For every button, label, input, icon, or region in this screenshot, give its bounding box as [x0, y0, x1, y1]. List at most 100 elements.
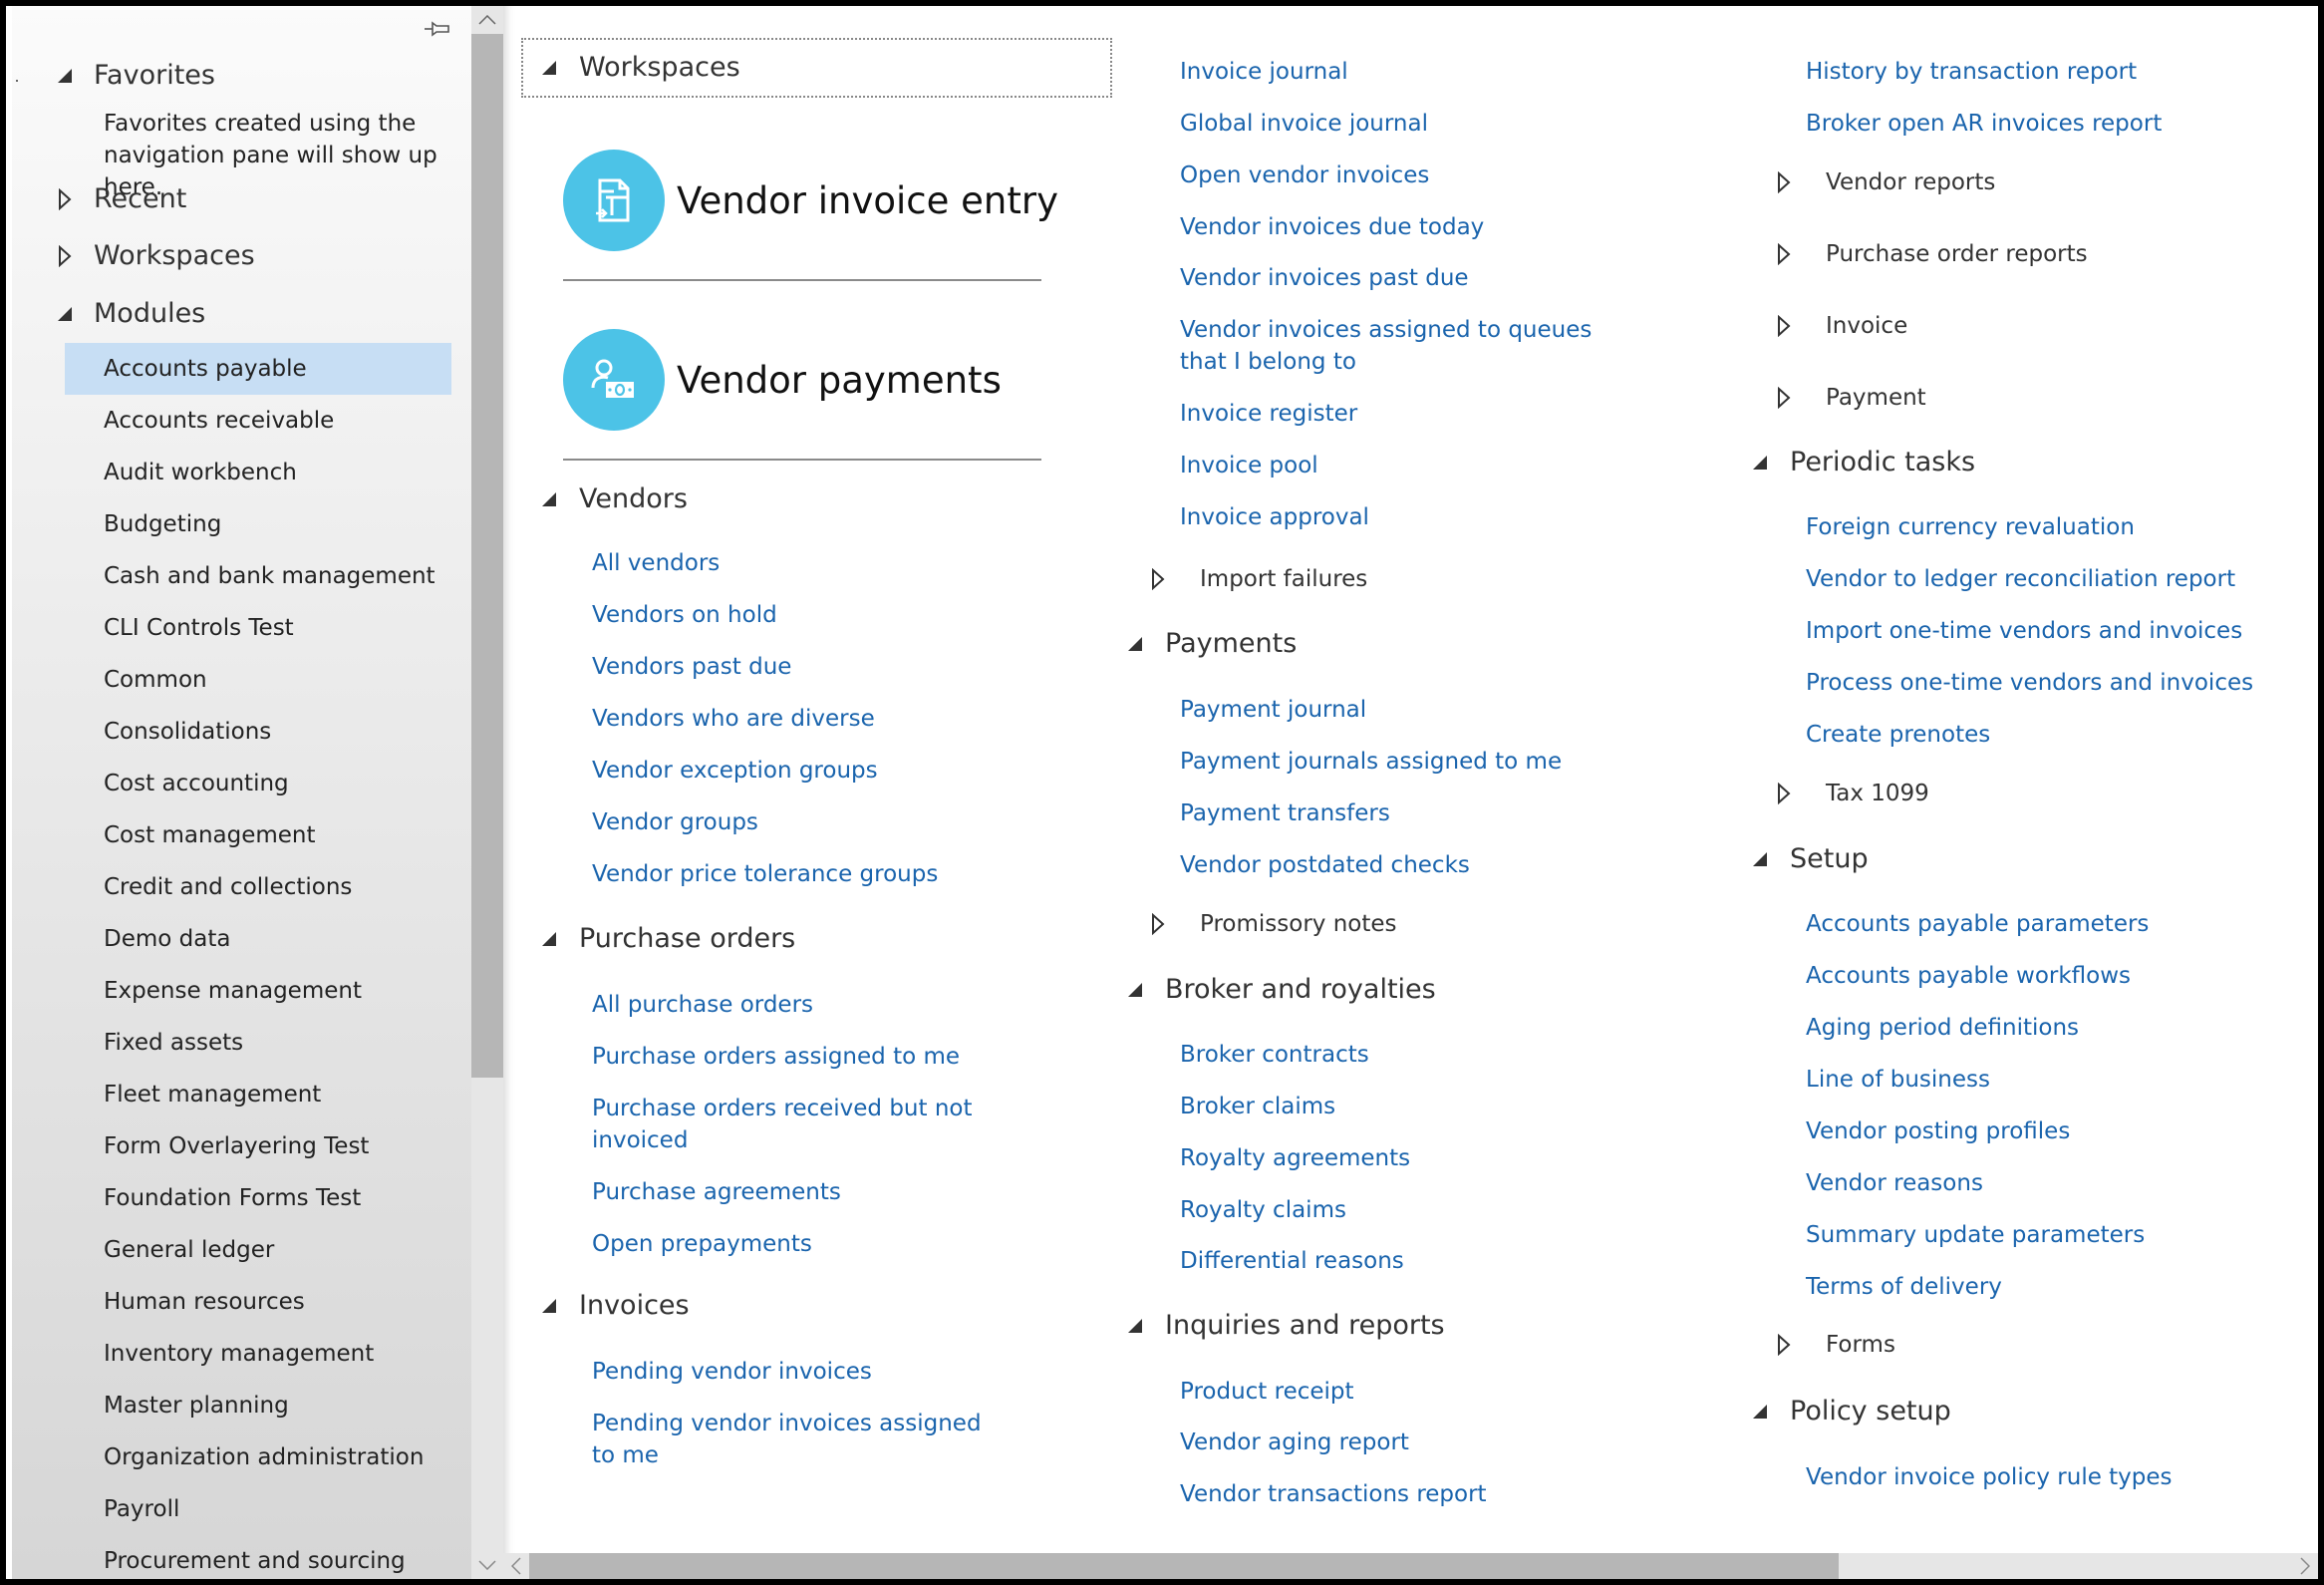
link-invoice-journal[interactable]: Invoice journal [1180, 56, 1348, 88]
scroll-up-icon[interactable] [471, 6, 503, 34]
link-open-prepayments[interactable]: Open prepayments [592, 1228, 812, 1260]
group-header-vendors[interactable]: Vendors [541, 483, 688, 514]
link-vendors-past-due[interactable]: Vendors past due [592, 651, 791, 683]
link-import-one-time-vendors-and-invoices[interactable]: Import one-time vendors and invoices [1806, 615, 2242, 647]
nav-module-form-overlayering-test[interactable]: Form Overlayering Test [65, 1120, 451, 1172]
scrollbar-thumb[interactable] [529, 1553, 1839, 1579]
link-line-of-business[interactable]: Line of business [1806, 1064, 1990, 1096]
subgroup-vendor-reports[interactable]: Vendor reports [1777, 169, 1995, 195]
scroll-down-icon[interactable] [471, 1551, 503, 1579]
link-pending-vendor-invoices[interactable]: Pending vendor invoices [592, 1356, 872, 1388]
link-vendor-price-tolerance-groups[interactable]: Vendor price tolerance groups [592, 858, 938, 890]
link-invoice-approval[interactable]: Invoice approval [1180, 501, 1369, 533]
scrollbar-thumb[interactable] [471, 34, 503, 1078]
link-accounts-payable-workflows[interactable]: Accounts payable workflows [1806, 960, 2131, 992]
nav-module-accounts-receivable[interactable]: Accounts receivable [65, 395, 451, 447]
group-header-periodic-tasks[interactable]: Periodic tasks [1752, 447, 1975, 477]
link-vendor-transactions-report[interactable]: Vendor transactions report [1180, 1478, 1487, 1510]
link-purchase-orders-assigned-to-me[interactable]: Purchase orders assigned to me [592, 1041, 960, 1073]
link-invoice-pool[interactable]: Invoice pool [1180, 450, 1318, 481]
subgroup-purchase-order-reports[interactable]: Purchase order reports [1777, 241, 2088, 267]
nav-module-fixed-assets[interactable]: Fixed assets [65, 1017, 451, 1069]
nav-module-demo-data[interactable]: Demo data [65, 913, 451, 965]
subgroup-promissory-notes[interactable]: Promissory notes [1151, 911, 1397, 937]
link-vendor-invoices-due-today[interactable]: Vendor invoices due today [1180, 211, 1484, 243]
subgroup-payment[interactable]: Payment [1777, 385, 1926, 411]
link-invoice-register[interactable]: Invoice register [1180, 398, 1357, 430]
nav-module-foundation-forms-test[interactable]: Foundation Forms Test [65, 1172, 451, 1224]
link-process-one-time-vendors-and-invoices[interactable]: Process one-time vendors and invoices [1806, 667, 2253, 699]
link-vendor-aging-report[interactable]: Vendor aging report [1180, 1426, 1409, 1458]
link-vendor-postdated-checks[interactable]: Vendor postdated checks [1180, 849, 1470, 881]
link-global-invoice-journal[interactable]: Global invoice journal [1180, 108, 1428, 140]
nav-module-master-planning[interactable]: Master planning [65, 1380, 451, 1431]
group-header-invoices[interactable]: Invoices [541, 1290, 690, 1321]
nav-module-common[interactable]: Common [65, 654, 451, 706]
group-header-broker-and-royalties[interactable]: Broker and royalties [1127, 974, 1436, 1005]
nav-module-inventory-management[interactable]: Inventory management [65, 1328, 451, 1380]
link-history-by-transaction-report[interactable]: History by transaction report [1806, 56, 2137, 88]
nav-module-organization-administration[interactable]: Organization administration [65, 1431, 451, 1483]
nav-module-audit-workbench[interactable]: Audit workbench [65, 447, 451, 498]
link-all-vendors[interactable]: All vendors [592, 547, 720, 579]
link-create-prenotes[interactable]: Create prenotes [1806, 719, 1990, 751]
nav-module-cli-controls-test[interactable]: CLI Controls Test [65, 602, 451, 654]
nav-module-fleet-management[interactable]: Fleet management [65, 1069, 451, 1120]
link-open-vendor-invoices[interactable]: Open vendor invoices [1180, 159, 1429, 191]
link-payment-journals-assigned-to-me[interactable]: Payment journals assigned to me [1180, 746, 1562, 778]
link-vendors-who-are-diverse[interactable]: Vendors who are diverse [592, 703, 875, 735]
link-all-purchase-orders[interactable]: All purchase orders [592, 989, 813, 1021]
group-header-purchase-orders[interactable]: Purchase orders [541, 923, 795, 954]
link-vendor-reasons[interactable]: Vendor reasons [1806, 1167, 1983, 1199]
nav-module-general-ledger[interactable]: General ledger [65, 1224, 451, 1276]
nav-section-modules[interactable]: Modules [52, 298, 205, 329]
nav-section-workspaces[interactable]: Workspaces [52, 240, 255, 271]
link-vendor-invoices-assigned-to-queues-that-i-belong-to[interactable]: Vendor invoices assigned to queues that … [1180, 314, 1598, 378]
link-broker-open-ar-invoices-report[interactable]: Broker open AR invoices report [1806, 108, 2162, 140]
link-vendor-to-ledger-reconciliation-report[interactable]: Vendor to ledger reconciliation report [1806, 563, 2235, 595]
nav-module-accounts-payable[interactable]: Accounts payable [65, 343, 451, 395]
link-royalty-agreements[interactable]: Royalty agreements [1180, 1142, 1410, 1174]
nav-module-cost-accounting[interactable]: Cost accounting [65, 758, 451, 809]
nav-vertical-scrollbar[interactable] [471, 6, 503, 1579]
scroll-left-icon[interactable] [503, 1553, 529, 1579]
link-accounts-payable-parameters[interactable]: Accounts payable parameters [1806, 908, 2149, 940]
group-header-payments[interactable]: Payments [1127, 628, 1297, 659]
link-vendor-invoice-policy-rule-types[interactable]: Vendor invoice policy rule types [1806, 1461, 2173, 1493]
link-summary-update-parameters[interactable]: Summary update parameters [1806, 1219, 2145, 1251]
nav-section-favorites[interactable]: Favorites [52, 60, 215, 91]
content-horizontal-scrollbar[interactable] [503, 1553, 2318, 1579]
link-vendors-on-hold[interactable]: Vendors on hold [592, 599, 777, 631]
link-payment-journal[interactable]: Payment journal [1180, 694, 1366, 726]
link-product-receipt[interactable]: Product receipt [1180, 1376, 1354, 1408]
group-header-workspaces[interactable]: Workspaces [541, 52, 740, 83]
link-differential-reasons[interactable]: Differential reasons [1180, 1245, 1404, 1277]
link-payment-transfers[interactable]: Payment transfers [1180, 797, 1390, 829]
pin-icon[interactable] [423, 20, 452, 38]
scroll-right-icon[interactable] [2292, 1553, 2318, 1579]
nav-module-credit-and-collections[interactable]: Credit and collections [65, 861, 451, 913]
link-vendor-groups[interactable]: Vendor groups [592, 806, 758, 838]
link-royalty-claims[interactable]: Royalty claims [1180, 1194, 1346, 1226]
link-vendor-posting-profiles[interactable]: Vendor posting profiles [1806, 1115, 2070, 1147]
group-header-policy-setup[interactable]: Policy setup [1752, 1396, 1951, 1426]
nav-module-expense-management[interactable]: Expense management [65, 965, 451, 1017]
subgroup-invoice[interactable]: Invoice [1777, 313, 1907, 339]
subgroup-import-failures[interactable]: Import failures [1151, 566, 1367, 592]
link-broker-contracts[interactable]: Broker contracts [1180, 1039, 1369, 1071]
subgroup-tax-1099[interactable]: Tax 1099 [1777, 781, 1929, 806]
link-pending-vendor-invoices-assigned-to-me[interactable]: Pending vendor invoices assigned to me [592, 1408, 1011, 1471]
link-vendor-invoices-past-due[interactable]: Vendor invoices past due [1180, 262, 1469, 294]
nav-section-recent[interactable]: Recent [52, 183, 186, 214]
nav-module-budgeting[interactable]: Budgeting [65, 498, 451, 550]
workspace-tile-vendor-payments[interactable]: Vendor payments [563, 329, 1002, 431]
subgroup-forms[interactable]: Forms [1777, 1332, 1895, 1358]
group-header-setup[interactable]: Setup [1752, 843, 1869, 874]
link-aging-period-definitions[interactable]: Aging period definitions [1806, 1012, 2079, 1044]
nav-module-human-resources[interactable]: Human resources [65, 1276, 451, 1328]
workspace-tile-vendor-invoice-entry[interactable]: Vendor invoice entry [563, 150, 1058, 251]
link-foreign-currency-revaluation[interactable]: Foreign currency revaluation [1806, 511, 2135, 543]
nav-module-consolidations[interactable]: Consolidations [65, 706, 451, 758]
nav-module-cost-management[interactable]: Cost management [65, 809, 451, 861]
link-vendor-exception-groups[interactable]: Vendor exception groups [592, 755, 878, 787]
